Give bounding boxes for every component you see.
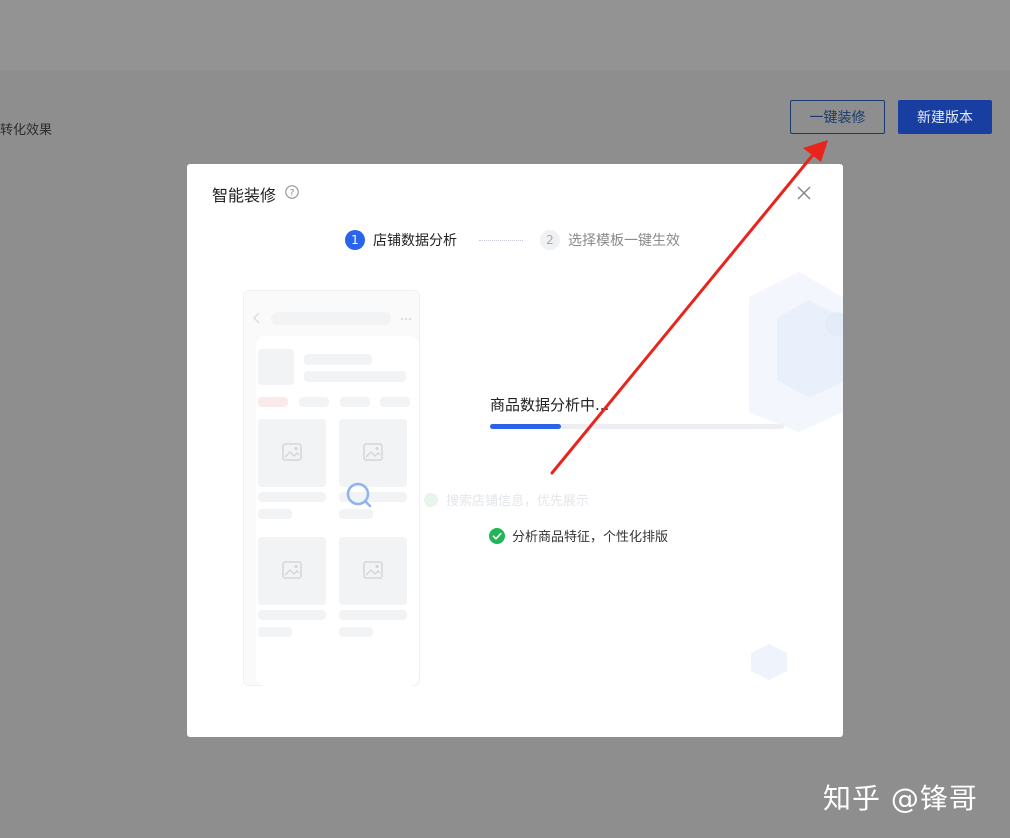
annotation-arrow xyxy=(550,140,828,475)
watermark-text: 知乎 @锋哥 xyxy=(823,782,978,815)
